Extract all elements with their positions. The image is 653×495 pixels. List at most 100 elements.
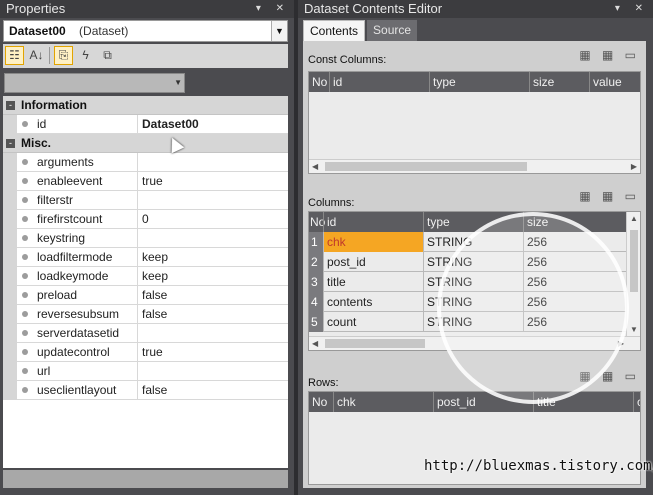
scroll-thumb[interactable] — [325, 339, 425, 348]
table-row[interactable]: 3 title STRING 256 — [309, 272, 640, 292]
scroll-right-icon[interactable]: ▶ — [618, 337, 624, 350]
column-header[interactable]: No — [309, 392, 333, 412]
property-row-loadfiltermode[interactable]: loadfiltermode keep — [3, 248, 288, 267]
scroll-down-icon[interactable]: ▼ — [630, 325, 638, 334]
row-number[interactable]: 1 — [309, 232, 323, 252]
row-number[interactable]: 3 — [309, 272, 323, 292]
property-value[interactable]: false — [137, 305, 288, 324]
collapse-icon[interactable]: - — [6, 101, 15, 110]
alphabetical-icon[interactable]: A↓ — [27, 46, 46, 65]
row-number[interactable]: 5 — [309, 312, 323, 332]
property-row-preload[interactable]: preload false — [3, 286, 288, 305]
column-header[interactable]: chk — [333, 392, 433, 412]
scroll-up-icon[interactable]: ▲ — [630, 214, 638, 223]
group-header-information[interactable]: - Information — [3, 96, 288, 115]
row-number[interactable]: 4 — [309, 292, 323, 312]
property-row-firefirstcount[interactable]: firefirstcount 0 — [3, 210, 288, 229]
tab-contents[interactable]: Contents — [303, 20, 366, 41]
property-value[interactable] — [137, 229, 288, 248]
property-row-id[interactable]: id Dataset00 — [3, 115, 288, 134]
cell-id[interactable]: title — [323, 272, 423, 292]
editor-window-controls[interactable]: ▾ ✕ — [615, 0, 649, 18]
property-row-filterstr[interactable]: filterstr — [3, 191, 288, 210]
property-value[interactable] — [137, 191, 288, 210]
tab-source[interactable]: Source — [367, 20, 418, 41]
column-header[interactable]: No — [309, 212, 325, 232]
column-header[interactable]: id — [323, 212, 423, 232]
property-row-updatecontrol[interactable]: updatecontrol true — [3, 343, 288, 362]
table-row[interactable]: 2 post_id STRING 256 — [309, 252, 640, 272]
property-value[interactable]: keep — [137, 248, 288, 267]
scroll-right-icon[interactable]: ▶ — [631, 160, 637, 173]
table-row[interactable]: 4 contents STRING 256 — [309, 292, 640, 312]
group-header-misc[interactable]: - Misc. — [3, 134, 288, 153]
cell-type[interactable]: STRING — [423, 272, 523, 292]
columns-toolbar-icon[interactable]: ▦ ▦ ▭ — [579, 189, 640, 203]
column-header[interactable]: post_id — [433, 392, 533, 412]
scroll-left-icon[interactable]: ◀ — [312, 160, 318, 173]
property-row-url[interactable]: url — [3, 362, 288, 381]
property-value[interactable] — [137, 324, 288, 343]
object-selector[interactable]: Dataset00 (Dataset) ▼ — [3, 20, 288, 42]
property-value[interactable]: Dataset00 — [137, 115, 288, 134]
cell-size[interactable]: 256 — [523, 312, 628, 332]
property-row-useclientlayout[interactable]: useclientlayout false — [3, 381, 288, 400]
cell-size[interactable]: 256 — [523, 252, 628, 272]
property-row-enableevent[interactable]: enableevent true — [3, 172, 288, 191]
scroll-thumb[interactable] — [325, 162, 527, 171]
property-value[interactable] — [137, 362, 288, 381]
column-header[interactable]: type — [429, 72, 529, 92]
column-header[interactable]: No — [309, 72, 329, 92]
property-row-keystring[interactable]: keystring — [3, 229, 288, 248]
table-row[interactable]: 1 chk STRING 256 — [309, 232, 640, 252]
property-row-serverdatasetid[interactable]: serverdatasetid — [3, 324, 288, 343]
cell-id[interactable]: post_id — [323, 252, 423, 272]
cell-size[interactable]: 256 — [523, 232, 628, 252]
cell-type[interactable]: STRING — [423, 252, 523, 272]
row-number[interactable]: 2 — [309, 252, 323, 272]
property-value[interactable]: false — [137, 286, 288, 305]
chevron-down-icon[interactable]: ▼ — [271, 21, 287, 41]
cell-size[interactable]: 256 — [523, 292, 628, 312]
categorized-icon[interactable]: ☷ — [5, 46, 24, 65]
property-filter-dropdown[interactable]: ▼ — [4, 73, 185, 93]
rows-toolbar-icon[interactable]: ▦ ▦ ▭ — [579, 369, 640, 383]
properties-icon[interactable]: ⎘ — [54, 46, 73, 65]
property-value[interactable]: false — [137, 381, 288, 400]
collapse-icon[interactable]: - — [6, 139, 15, 148]
vertical-scrollbar[interactable]: ▲ ▼ — [626, 212, 640, 336]
scroll-thumb[interactable] — [630, 230, 638, 292]
cell-id[interactable]: chk — [323, 232, 423, 252]
column-header[interactable]: id — [329, 72, 429, 92]
property-value[interactable]: true — [137, 172, 288, 191]
property-row-loadkeymode[interactable]: loadkeymode keep — [3, 267, 288, 286]
cell-type[interactable]: STRING — [423, 312, 523, 332]
cell-type[interactable]: STRING — [423, 232, 523, 252]
horizontal-scrollbar[interactable]: ◀ ▶ — [309, 336, 640, 350]
horizontal-scrollbar[interactable]: ◀ ▶ — [309, 159, 640, 173]
column-header[interactable]: title — [533, 392, 633, 412]
column-header[interactable]: c — [633, 392, 640, 412]
const-columns-grid[interactable]: No id type size value ◀ ▶ — [308, 71, 641, 174]
column-header[interactable]: type — [423, 212, 523, 232]
cell-id[interactable]: count — [323, 312, 423, 332]
scroll-left-icon[interactable]: ◀ — [312, 337, 318, 350]
property-value[interactable]: 0 — [137, 210, 288, 229]
column-header[interactable]: size — [523, 212, 628, 232]
property-value[interactable]: keep — [137, 267, 288, 286]
cell-size[interactable]: 256 — [523, 272, 628, 292]
column-header[interactable]: size — [529, 72, 589, 92]
property-row-arguments[interactable]: arguments — [3, 153, 288, 172]
const-columns-toolbar-icon[interactable]: ▦ ▦ ▭ — [579, 48, 640, 62]
table-row[interactable]: 5 count STRING 256 — [309, 312, 640, 332]
cell-type[interactable]: STRING — [423, 292, 523, 312]
cell-id[interactable]: contents — [323, 292, 423, 312]
properties-window-controls[interactable]: ▾ ✕ — [256, 0, 290, 18]
columns-grid[interactable]: No id type size 1 chk STRING 256 2 post_id STR… — [308, 211, 641, 351]
column-header[interactable]: value — [589, 72, 640, 92]
property-value[interactable] — [137, 153, 288, 172]
property-pages-icon[interactable]: ⧉ — [98, 46, 117, 65]
events-icon[interactable]: ϟ — [76, 46, 95, 65]
property-row-reversesubsum[interactable]: reversesubsum false — [3, 305, 288, 324]
property-value[interactable]: true — [137, 343, 288, 362]
